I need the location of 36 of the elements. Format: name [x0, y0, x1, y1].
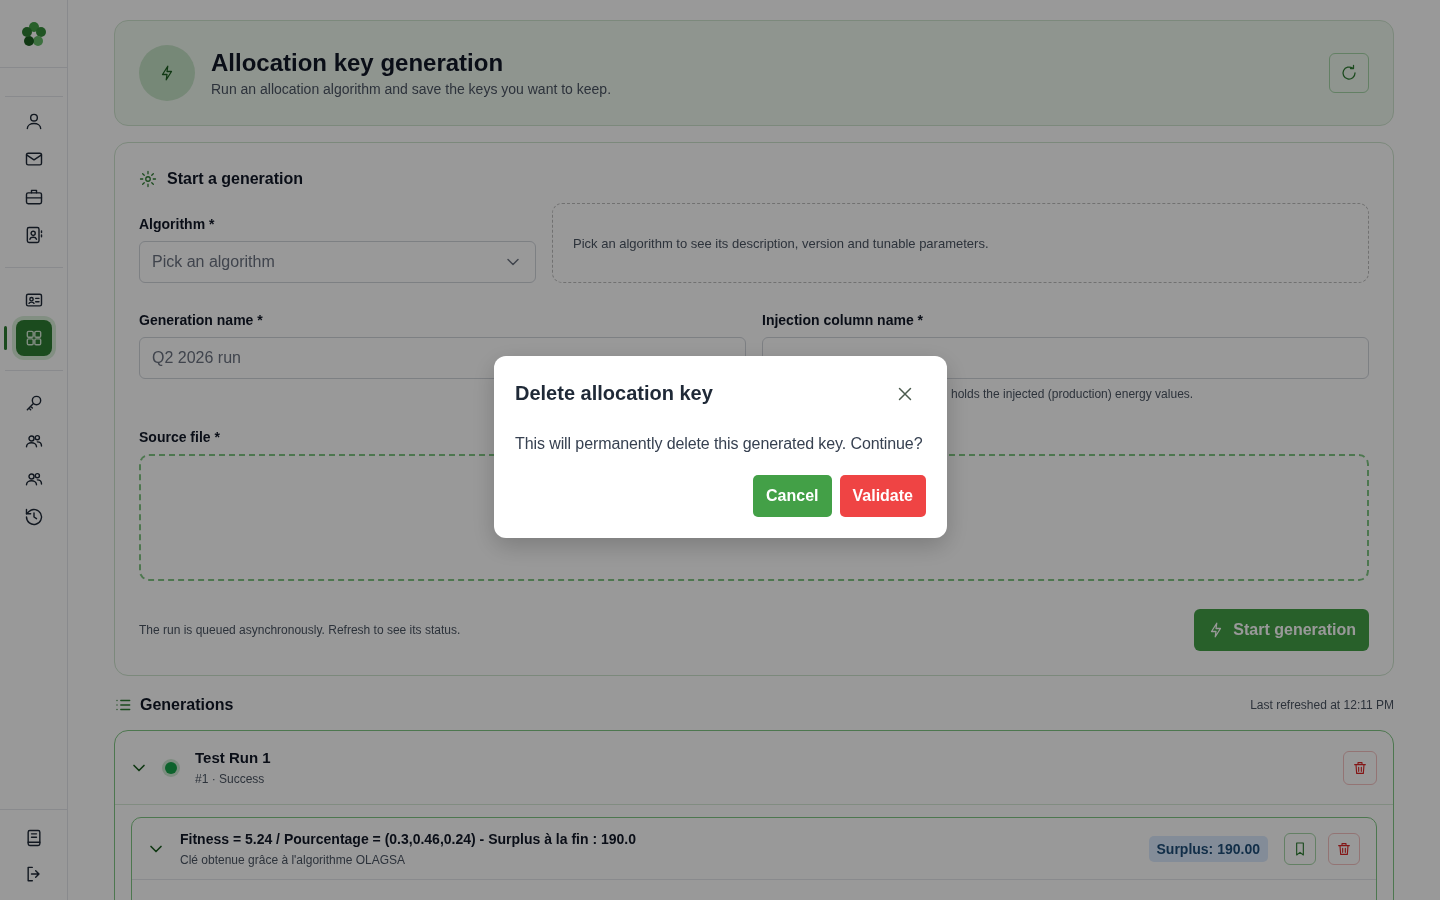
algorithm-select[interactable]: Pick an algorithm [139, 241, 536, 283]
delete-button[interactable] [1343, 750, 1377, 785]
history-icon [23, 507, 44, 527]
key-subtitle: Clé obtenue grâce à l'algorithme OLAGSA [180, 852, 407, 867]
refresh-button[interactable] [1329, 53, 1369, 93]
generation-name: Test Run 1 [195, 749, 272, 766]
field-hint: holds the injected (production) energy values. [951, 387, 1194, 401]
field-label: Injection column name * [762, 312, 924, 330]
section-title: Generations [140, 696, 234, 714]
clover-logo [19, 19, 48, 48]
dialog-message: This will permanently delete this generated key. Continue? [515, 435, 924, 453]
last-refreshed: Last refreshed at 12:11 PM [1250, 698, 1394, 712]
refresh-icon [1340, 64, 1358, 82]
confirm-button[interactable]: Validate [839, 475, 926, 517]
start-generation-button[interactable]: Start generation [1194, 609, 1369, 651]
page-title: Allocation key generation [211, 49, 505, 77]
trash-icon [1336, 840, 1352, 857]
status-dot [165, 761, 177, 774]
form-note: The run is queued asynchronously. Refresh to see its status. [139, 623, 461, 637]
cancel-button[interactable]: Cancel [753, 475, 832, 517]
page-subtitle: Run an allocation algorithm and save the keys you want to keep. [211, 81, 613, 97]
section-title: Start a generation [167, 170, 304, 188]
field-label: Source file * [139, 429, 220, 447]
field-label: Generation name * [139, 312, 263, 330]
id-card-icon [23, 290, 44, 310]
trash-icon [1352, 759, 1368, 776]
briefcase-icon [23, 187, 44, 207]
dialog-title: Delete allocation key [515, 382, 713, 405]
algorithm-info: Pick an algorithm to see its description, version and tunable parameters. [573, 235, 989, 251]
surplus-badge: Surplus: 190.00 [1148, 835, 1268, 862]
save-button[interactable] [1284, 832, 1316, 865]
delete-button[interactable] [1328, 832, 1360, 865]
generation-meta: #1 · Success [195, 772, 266, 786]
key-title: Fitness = 5.24 / Pourcentage = (0.3,0.46,0.24) - Surplus à la fin : 190.0 [180, 830, 637, 847]
mail-icon [23, 149, 44, 169]
field-label: Algorithm * [139, 216, 215, 234]
